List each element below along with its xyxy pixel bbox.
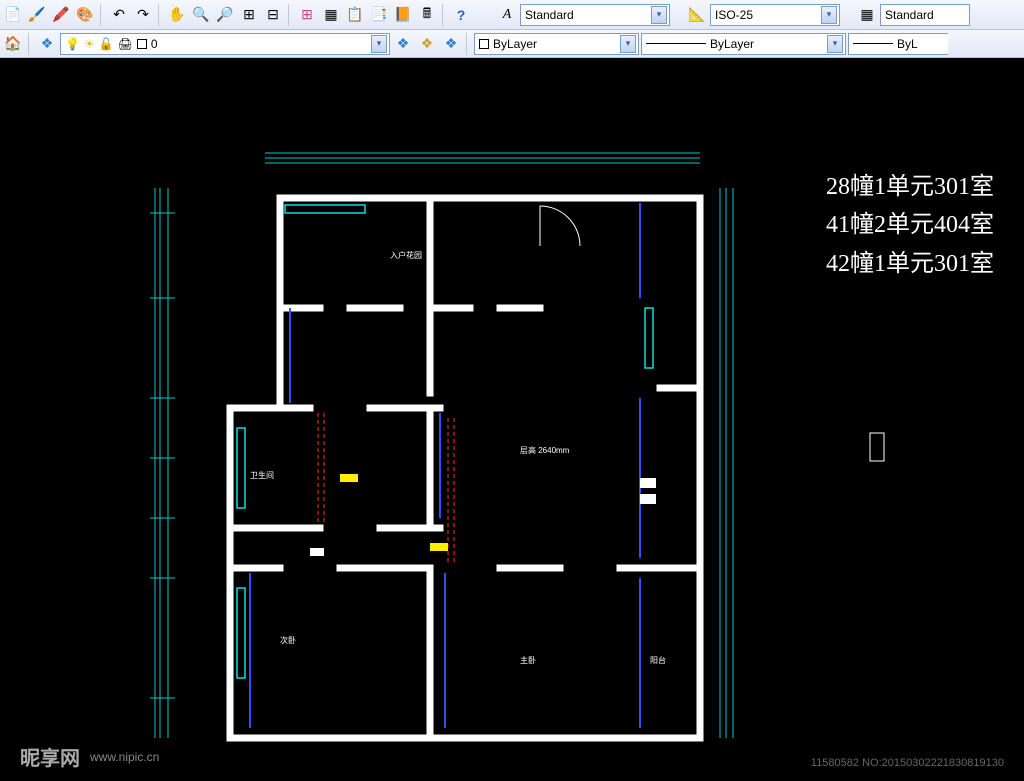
line-sample — [646, 43, 706, 44]
dropdown-arrow-icon[interactable]: ▾ — [651, 6, 667, 24]
dropdown-arrow-icon[interactable]: ▾ — [620, 35, 636, 53]
redo-icon[interactable]: ↷ — [132, 4, 154, 26]
floor-plan-drawing: 入户花园 层高 2640mm 卫生间 次卧 主卧 阳台 — [0, 58, 1024, 781]
sun-icon: ☀ — [84, 37, 95, 51]
separator — [288, 4, 292, 26]
separator — [100, 4, 104, 26]
drawing-canvas[interactable]: 入户花园 层高 2640mm 卫生间 次卧 主卧 阳台 28幢1单元301室 4… — [0, 58, 1024, 781]
save-icon[interactable]: 🖍️ — [50, 4, 72, 26]
pan-icon[interactable]: ✋ — [166, 4, 188, 26]
undo-icon[interactable]: ↶ — [108, 4, 130, 26]
room-label-entry: 入户花园 — [390, 250, 422, 260]
layer-previous-icon[interactable]: ❖ — [392, 33, 414, 55]
color-swatch — [137, 39, 147, 49]
lock-icon: 🔓 — [99, 37, 114, 51]
dropdown-arrow-icon[interactable]: ▾ — [827, 35, 843, 53]
line-sample — [853, 43, 893, 44]
open-icon[interactable]: 🖌️ — [26, 4, 48, 26]
dropdown-arrow-icon[interactable]: ▾ — [821, 6, 837, 24]
new-icon[interactable]: 📄 — [2, 4, 24, 26]
lineweight-selector[interactable]: ByL — [848, 33, 948, 55]
color-value: ByLayer — [493, 37, 537, 51]
layer-match-icon[interactable]: ❖ — [440, 33, 462, 55]
main-toolbar: 📄 🖌️ 🖍️ 🎨 ↶ ↷ ✋ 🔍 🔎 ⊞ ⊟ ⊞ ▦ 📋 📑 📙 🖩 ? A … — [0, 0, 1024, 30]
zoom-previous-icon[interactable]: ⊟ — [262, 4, 284, 26]
color-selector[interactable]: ByLayer ▾ — [474, 33, 639, 55]
zoom-window-icon[interactable]: ⊞ — [238, 4, 260, 26]
unit-label-2: 41幢2单元404室 — [826, 206, 994, 244]
separator — [466, 33, 470, 55]
help-icon[interactable]: ? — [450, 4, 472, 26]
table-style-icon[interactable]: ▦ — [856, 4, 878, 26]
layer-manager-icon[interactable]: ❖ — [36, 33, 58, 55]
separator — [442, 4, 446, 26]
watermark-url: www.nipic.cn — [90, 750, 159, 764]
text-style-icon[interactable]: A — [496, 4, 518, 26]
linetype-selector[interactable]: ByLayer ▾ — [641, 33, 846, 55]
layer-selector[interactable]: 💡 ☀ 🔓 🖨 0 ▾ — [60, 33, 390, 55]
zoom-in-icon[interactable]: 🔍 — [190, 4, 212, 26]
room-label-living: 层高 2640mm — [520, 445, 570, 455]
layers-toolbar: 🏠 ❖ 💡 ☀ 🔓 🖨 0 ▾ ❖ ❖ ❖ ByLayer ▾ ByLayer … — [0, 30, 1024, 58]
lineweight-value: ByL — [897, 37, 918, 51]
linetype-value: ByLayer — [710, 37, 754, 51]
layer-states-icon[interactable]: ❖ — [416, 33, 438, 55]
dim-style-value: ISO-25 — [715, 8, 753, 22]
text-style-value: Standard — [525, 8, 574, 22]
plot-icon: 🖨 — [118, 37, 133, 51]
separator — [158, 4, 162, 26]
watermark-brand: 昵享网 — [20, 742, 80, 771]
calc-icon[interactable]: 🖩 — [416, 4, 438, 26]
watermark: 昵享网 www.nipic.cn — [20, 742, 159, 771]
room-note: 阳台 — [650, 655, 666, 665]
brush-icon[interactable]: 🎨 — [74, 4, 96, 26]
room-note: 次卧 — [280, 635, 296, 645]
unit-label-1: 28幢1单元301室 — [826, 168, 994, 206]
dim-style-selector[interactable]: ISO-25 ▾ — [710, 4, 840, 26]
separator — [28, 33, 32, 55]
room-note: 卫生间 — [250, 470, 274, 480]
table-style-value: Standard — [885, 8, 934, 22]
properties-icon[interactable]: ⊞ — [296, 4, 318, 26]
unit-label-3: 42幢1单元301室 — [826, 245, 994, 283]
text-style-selector[interactable]: Standard ▾ — [520, 4, 670, 26]
table-style-selector[interactable]: Standard — [880, 4, 970, 26]
room-note: 主卧 — [520, 655, 536, 665]
meta-id: 11580582 — [811, 757, 859, 769]
markup-icon[interactable]: 📙 — [392, 4, 414, 26]
color-swatch — [479, 39, 489, 49]
layer-name: 0 — [151, 37, 158, 51]
unit-labels: 28幢1单元301室 41幢2单元404室 42幢1单元301室 — [826, 168, 994, 283]
tool-palette-icon[interactable]: 📋 — [344, 4, 366, 26]
dim-style-icon[interactable]: 📐 — [686, 4, 708, 26]
design-center-icon[interactable]: ▦ — [320, 4, 342, 26]
dropdown-arrow-icon[interactable]: ▾ — [371, 35, 387, 53]
image-meta: 11580582 NO:20150302221830819130 — [811, 757, 1004, 769]
zoom-realtime-icon[interactable]: 🔎 — [214, 4, 236, 26]
bulb-on-icon: 💡 — [65, 37, 80, 51]
home-icon[interactable]: 🏠 — [2, 33, 24, 55]
meta-no: NO:20150302221830819130 — [862, 757, 1004, 769]
sheet-set-icon[interactable]: 📑 — [368, 4, 390, 26]
